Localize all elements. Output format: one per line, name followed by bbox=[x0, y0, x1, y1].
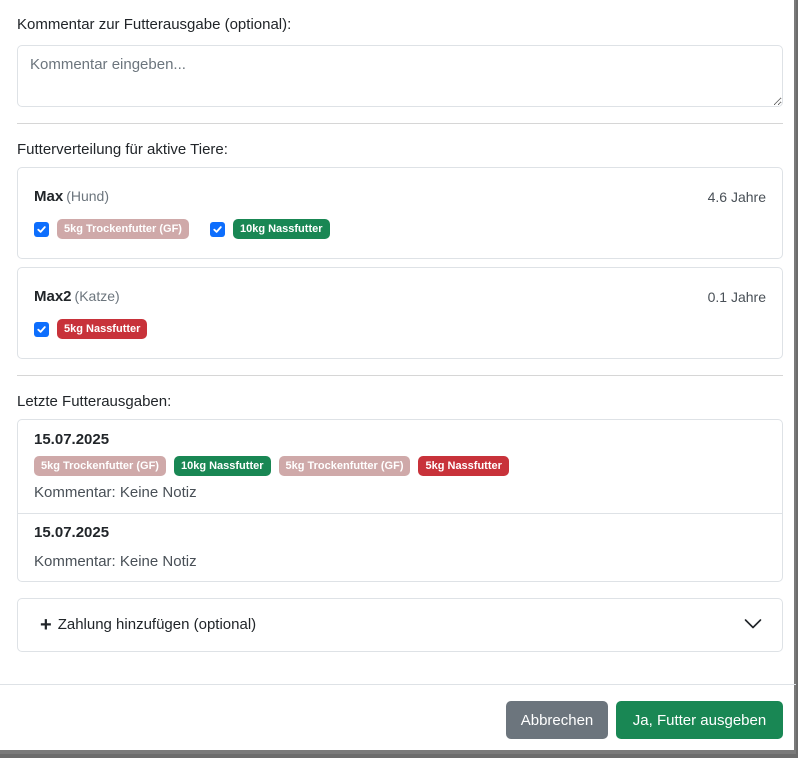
history-list: 15.07.2025 5kg Trockenfutter (GF) 10kg N… bbox=[17, 419, 783, 582]
comment-input[interactable] bbox=[17, 45, 783, 107]
feed-badge: 10kg Nassfutter bbox=[173, 456, 271, 476]
pet-age: 0.1 Jahre bbox=[707, 289, 766, 305]
pet-name: Max2 (Katze) bbox=[34, 288, 120, 305]
pet-species: (Hund) bbox=[66, 188, 109, 204]
distribution-label: Futterverteilung für aktive Tiere: bbox=[17, 141, 228, 158]
history-separator bbox=[18, 513, 782, 514]
pet-card-max: Max (Hund) 4.6 Jahre 5kg Trockenfutter (G… bbox=[17, 167, 783, 259]
feed-badge: 5kg Trockenfutter (GF) bbox=[57, 219, 189, 239]
history-comment: Kommentar: Keine Notiz bbox=[34, 484, 197, 501]
pet-age: 4.6 Jahre bbox=[707, 189, 766, 205]
history-date: 15.07.2025 bbox=[34, 431, 110, 448]
pet-name: Max (Hund) bbox=[34, 188, 109, 205]
payment-accordion[interactable]: + Zahlung hinzufügen (optional) bbox=[17, 598, 783, 652]
check-icon bbox=[37, 325, 46, 333]
feed-badge: 10kg Nassfutter bbox=[232, 219, 330, 239]
history-label: Letzte Futterausgaben: bbox=[17, 393, 172, 410]
feed-dialog: Kommentar zur Futterausgabe (optional): … bbox=[0, 0, 796, 754]
feed-checkbox[interactable] bbox=[34, 221, 49, 237]
divider bbox=[17, 375, 783, 376]
feed-options: 5kg Nassfutter bbox=[34, 319, 148, 339]
history-badges: 5kg Trockenfutter (GF) 10kg Nassfutter 5… bbox=[34, 456, 509, 476]
feed-badge: 5kg Nassfutter bbox=[418, 456, 509, 476]
divider bbox=[17, 123, 783, 124]
history-comment: Kommentar: Keine Notiz bbox=[34, 553, 197, 570]
pet-species: (Katze) bbox=[74, 288, 120, 304]
feed-checkbox[interactable] bbox=[209, 221, 225, 237]
plus-icon: + bbox=[40, 613, 52, 636]
pet-card-max2: Max2 (Katze) 0.1 Jahre 5kg Nassfutter bbox=[17, 267, 783, 359]
feed-badge: 5kg Trockenfutter (GF) bbox=[278, 456, 411, 476]
feed-options: 5kg Trockenfutter (GF) 10kg Nassfutter bbox=[34, 219, 330, 239]
feed-checkbox[interactable] bbox=[34, 321, 49, 337]
check-icon bbox=[37, 225, 46, 233]
feed-badge: 5kg Trockenfutter (GF) bbox=[34, 456, 166, 476]
payment-accordion-label: + Zahlung hinzufügen (optional) bbox=[40, 613, 257, 636]
feed-badge: 5kg Nassfutter bbox=[57, 319, 148, 339]
history-date: 15.07.2025 bbox=[34, 524, 110, 541]
comment-label: Kommentar zur Futterausgabe (optional): bbox=[17, 16, 292, 33]
confirm-feed-button[interactable]: Ja, Futter ausgeben bbox=[616, 701, 783, 739]
cancel-button[interactable]: Abbrechen bbox=[506, 701, 608, 739]
footer-divider bbox=[0, 684, 796, 685]
chevron-down-icon bbox=[744, 619, 762, 629]
check-icon bbox=[213, 225, 222, 233]
